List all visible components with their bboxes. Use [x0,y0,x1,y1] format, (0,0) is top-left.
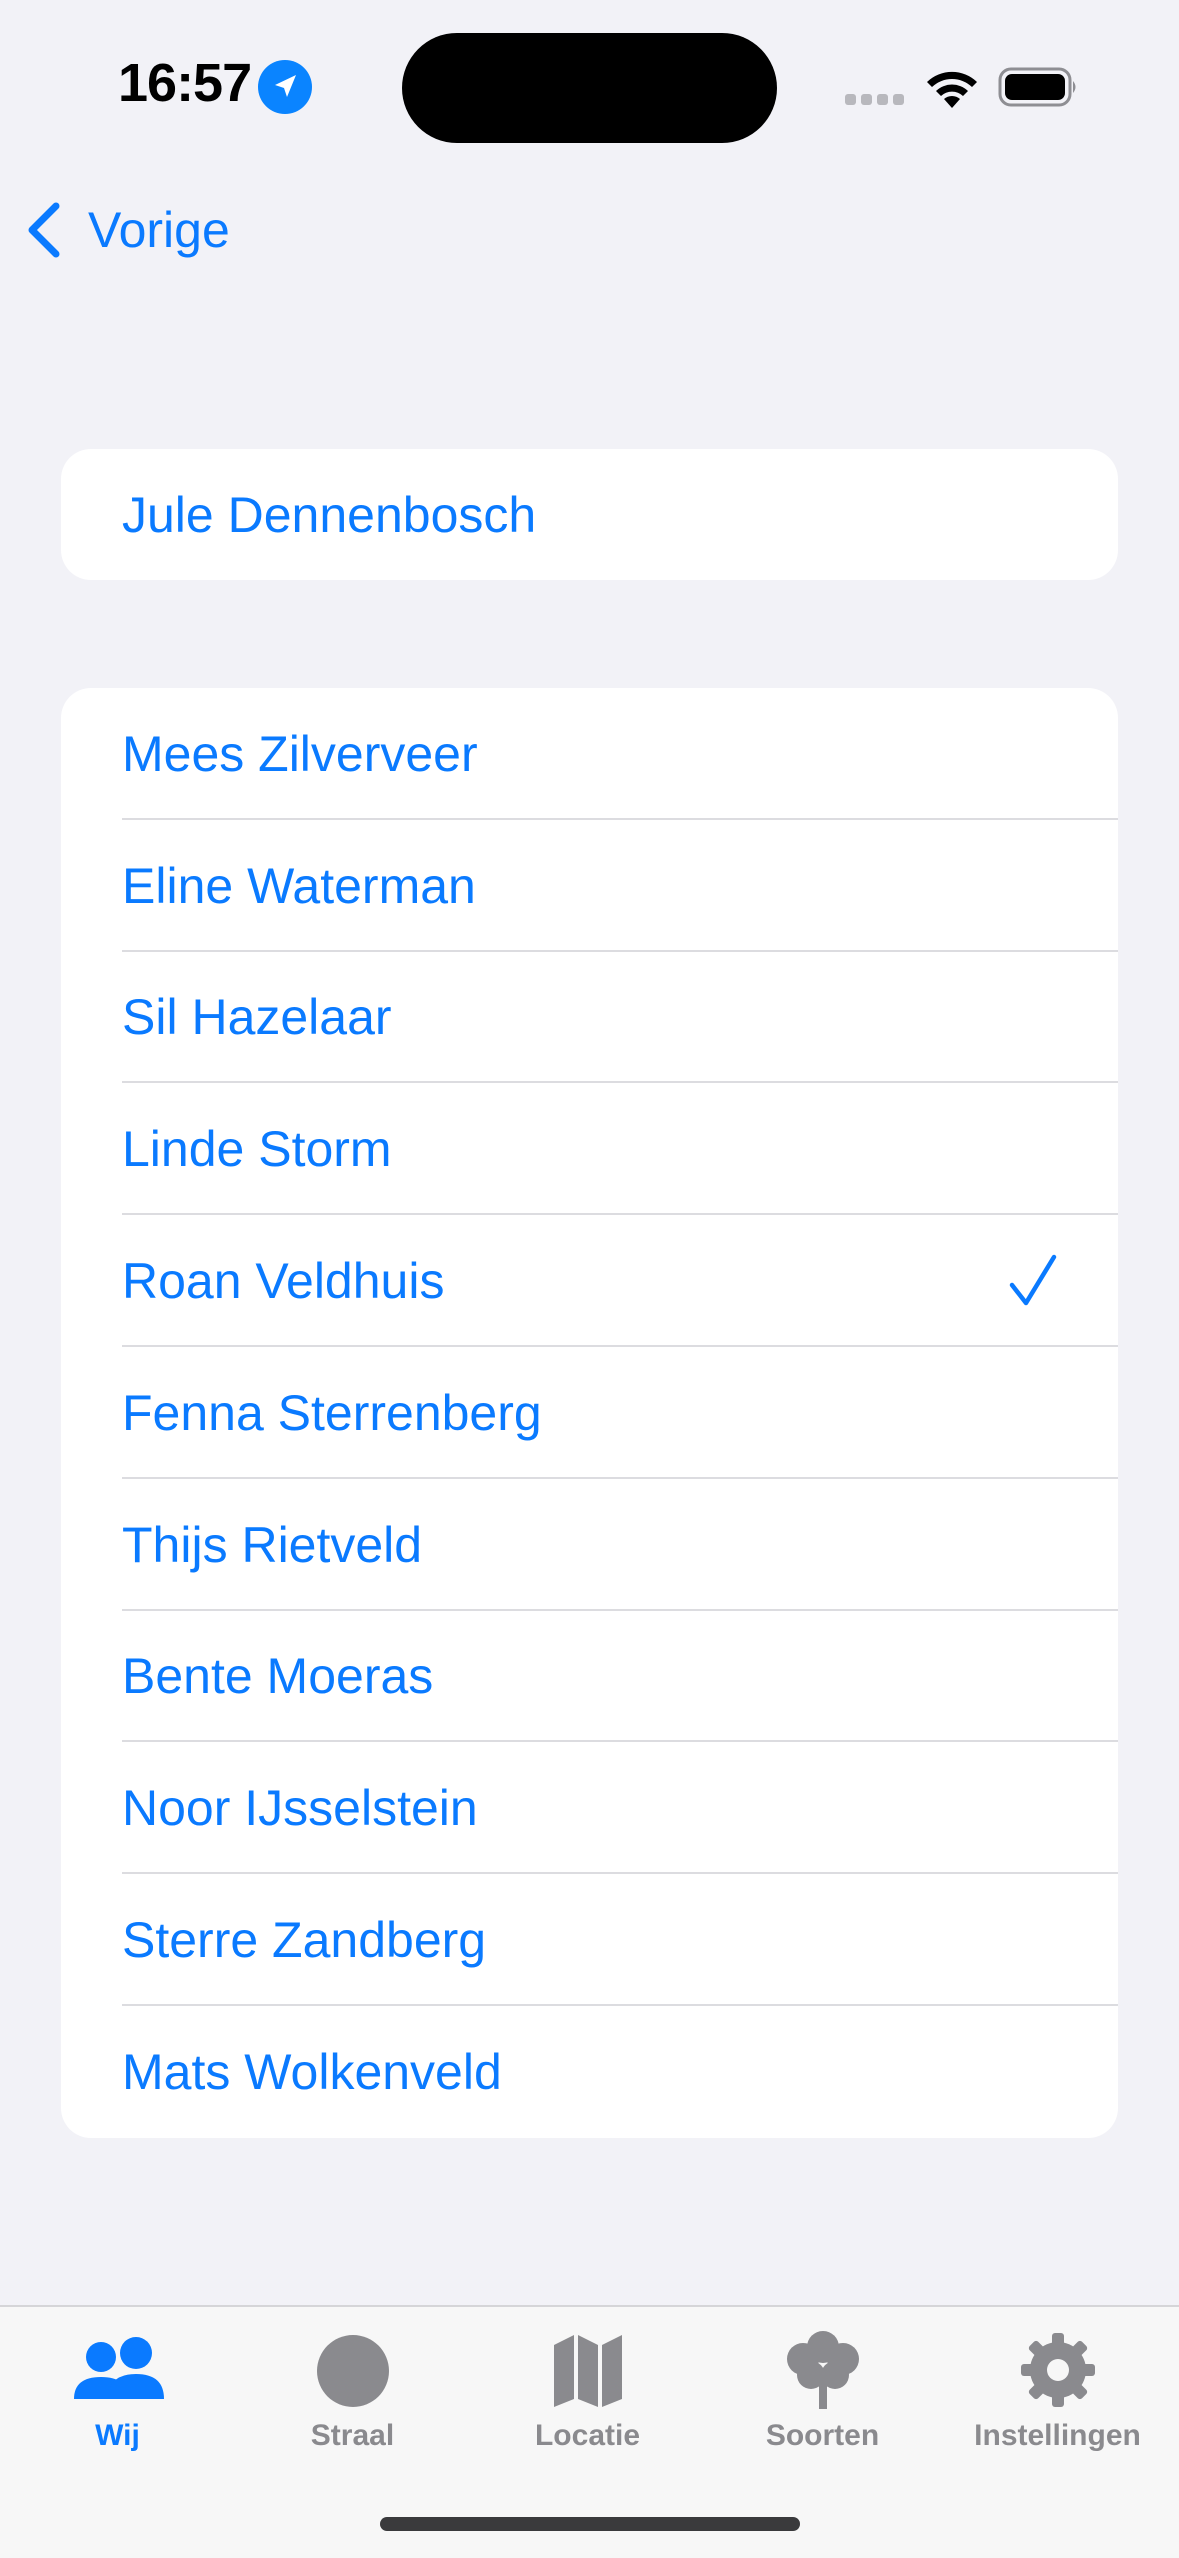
list-item[interactable]: Sterre Zandberg [61,1874,1118,2006]
list-item-label: Mees Zilverveer [122,725,478,782]
tab-label: Soorten [765,2419,880,2452]
list-item-label: Thijs Rietveld [122,1516,423,1573]
list-item-label: Roan Veldhuis [122,1253,445,1310]
list-item-label: Mats Wolkenveld [122,2043,502,2100]
checkmark-icon [1009,1254,1057,1306]
tab-label: Locatie [534,2419,641,2452]
list-item-label: Fenna Sterrenberg [122,1384,542,1441]
tab-wij[interactable]: Wij [0,2307,235,2487]
list-item[interactable]: Sil Hazelaar [61,952,1118,1084]
tab-soorten[interactable]: Soorten [705,2307,940,2487]
list-item-label: Linde Storm [122,1121,392,1178]
people-icon [73,2337,164,2399]
gear-icon [1020,2333,1095,2407]
list-item[interactable]: Noor IJsselstein [61,1742,1118,1875]
tab-label: Wij [95,2419,140,2452]
status-bar: 16:57 [0,0,1179,180]
home-indicator [380,2517,800,2531]
dynamic-island [402,33,777,143]
list-item[interactable]: Bente Moeras [61,1611,1118,1743]
tab-instellingen[interactable]: Instellingen [940,2307,1175,2487]
list-item[interactable]: Linde Storm [61,1083,1118,1216]
list-item-label: Sterre Zandberg [122,1912,487,1969]
list-item[interactable]: Thijs Rietveld [61,1479,1118,1611]
selected-person-label: Jule Dennenbosch [122,487,537,543]
list-item[interactable]: Mees Zilverveer [61,688,1118,820]
list-item-label: Bente Moeras [122,1648,434,1705]
circle-icon [316,2335,389,2407]
list-item[interactable]: Mats Wolkenveld [61,2006,1118,2138]
list-item-selected[interactable]: Roan Veldhuis [61,1215,1118,1347]
tree-icon [786,2331,859,2409]
list-item-label: Eline Waterman [122,857,476,914]
cellular-signal-icon [845,94,905,106]
list-item[interactable]: Eline Waterman [61,820,1118,952]
battery-icon [998,66,1080,108]
tab-straal[interactable]: Straal [235,2307,470,2487]
tab-label: Instellingen [974,2419,1141,2452]
status-time: 16:57 [118,53,252,113]
wifi-icon [922,66,982,110]
tab-label: Straal [310,2419,395,2452]
chevron-left-icon [28,202,60,258]
selected-person-row[interactable]: Jule Dennenbosch [61,449,1118,580]
list-item-label: Noor IJsselstein [122,1780,478,1837]
map-icon [553,2335,622,2407]
back-button-label: Vorige [88,202,230,258]
location-arrow-icon [258,60,312,114]
people-list: Mees Zilverveer Eline Waterman Sil Hazel… [61,688,1118,2138]
selected-person-card: Jule Dennenbosch [61,449,1118,580]
list-item[interactable]: Fenna Sterrenberg [61,1347,1118,1479]
back-button[interactable]: Vorige [22,190,230,270]
list-item-label: Sil Hazelaar [122,989,392,1046]
tab-locatie[interactable]: Locatie [470,2307,705,2487]
